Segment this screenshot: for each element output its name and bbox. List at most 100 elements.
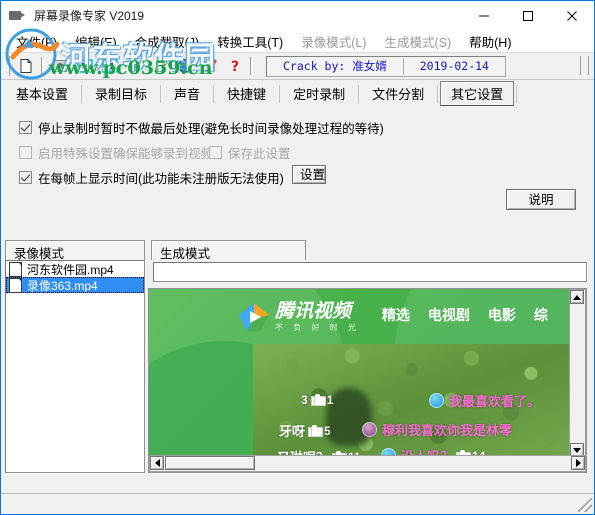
tab-hotkeys[interactable]: 快捷键 [216,81,277,106]
minimize-button[interactable] [462,1,506,30]
danmu-text: 穆利我喜欢你我是林零 [382,423,513,438]
tab-sound[interactable]: 声音 [163,81,211,106]
crack-info-box: Crack by: 准女婿 2019-02-14 [266,55,506,77]
tab-record-target[interactable]: 录制目标 [84,81,158,106]
checkbox-row-skip-postprocess[interactable]: 停止录制时暂时不做最后处理(避免长时间录像处理过程的等待) [19,118,384,137]
menu-item-generate-mode: 生成模式(S) [384,35,452,50]
danmu-like-count: 5 [324,423,331,438]
preview-horizontal-scrollbar[interactable] [149,455,586,472]
toolbar-separator-2 [250,57,253,75]
checkbox-row-save-settings: 保存此设置 [209,143,291,162]
checkbox-row-special-settings: 启用特殊设置确保能够录到视频 [19,143,213,162]
menu-item-record-mode: 录像模式(L) [301,35,367,50]
pause-icon[interactable] [73,55,96,77]
checkbox-save-settings [209,146,222,159]
nav-item-featured[interactable]: 精选 [382,305,410,325]
tab-separator [358,84,360,103]
checkbox-row-show-time-per-frame[interactable]: 在每帧上显示时间(此功能未注册版无法使用) [19,168,284,187]
danmu-comment: 穆利我喜欢你我是林零 [362,420,512,439]
nav-item-tv-series[interactable]: 电视剧 [428,305,470,325]
thumbs-up-icon [308,424,324,437]
danmu-comment: 我最喜欢看了。 [429,391,540,410]
danmu-prefix: 牙呀 [279,424,306,439]
stop-icon[interactable] [98,55,121,77]
checkbox-save-settings-label: 保存此设置 [228,147,291,161]
toolbar-grip[interactable] [4,56,10,76]
list-item[interactable]: 录像363.mp4 [6,277,144,293]
menu-bar: 文件(F) 编辑(E) 合成截取(J) 转换工具(T) 录像模式(L) 生成模式… [1,30,594,53]
scroll-up-button[interactable] [570,290,584,304]
tab-file-split[interactable]: 文件分割 [361,81,435,106]
crack-date-label: 2019-02-14 [419,59,489,73]
toolbar-right-grip[interactable] [580,56,589,75]
video-site-nav: 精选 电视剧 电影 综 [382,305,566,325]
checkbox-show-time-per-frame-label: 在每帧上显示时间(此功能未注册版无法使用) [38,172,284,186]
brand-slogan: 不 负 好 时 光 [275,322,360,332]
menu-item-convert-tools[interactable]: 转换工具(T) [208,30,292,53]
svg-text:?: ? [230,59,238,74]
danmu-comment: 牙呀 5 [279,421,331,440]
help-description-button[interactable]: 说明 [506,189,576,210]
checkbox-special-settings-label: 启用特殊设置确保能够录到视频 [38,147,214,161]
list-item-label: 河东软件园.mp4 [27,262,114,277]
tab-basic-settings[interactable]: 基本设置 [5,81,79,106]
crack-author-label: Crack by: 准女婿 [283,59,387,73]
nav-item-variety[interactable]: 综 [534,305,548,325]
export-icon[interactable] [198,55,221,77]
close-button[interactable] [550,1,594,30]
checkbox-skip-postprocess[interactable] [19,121,32,134]
danmu-text: 我最喜欢看了。 [449,394,541,409]
file-icon [9,277,22,293]
menu-item-help[interactable]: 帮助(H) [460,30,520,53]
pencil-icon[interactable] [148,55,171,77]
scroll-left-button[interactable] [150,456,164,470]
panel-tab-record-mode[interactable]: 录像模式 [5,240,145,261]
output-path-field[interactable] [154,263,586,281]
tab-separator [213,84,215,103]
tab-scheduled-record[interactable]: 定时录制 [282,81,356,106]
globe-icon[interactable] [173,55,196,77]
danmu-like-count: 1 [326,393,334,407]
menu-item-file[interactable]: 文件(F) [7,30,66,53]
tab-separator [279,84,281,103]
tab-other-settings[interactable]: 其它设置 [440,81,515,106]
application-window: 屏幕录像专家 V2019 文件(F) 编辑(E) 合成截取(J) 转换工具(T)… [0,0,595,515]
new-file-icon[interactable] [14,55,37,77]
checkbox-show-time-per-frame[interactable] [19,171,32,184]
toolbar: ? Crack by: 准女婿 2019-02-14 [1,53,594,80]
nav-item-movies[interactable]: 电影 [488,305,516,325]
video-site-header: 腾讯视频 不 负 好 时 光 精选 电视剧 电影 综 [149,289,584,344]
list-item[interactable]: 河东软件园.mp4 [6,261,144,277]
menu-item-edit[interactable]: 编辑(E) [66,30,126,53]
tencent-video-logo: 腾讯视频 不 负 好 时 光 [237,301,360,333]
tencent-video-wordmark: 腾讯视频 不 负 好 时 光 [275,299,360,332]
danmu-prefix: 3 [301,393,308,407]
danmu-avatar [362,422,377,437]
brand-name: 腾讯视频 [275,299,352,322]
lower-panels: 录像模式 河东软件园.mp4 录像363.mp4 生成模式 腾讯视频 不 负 好… [1,222,594,493]
file-icon [9,261,22,277]
file-listbox[interactable]: 河东软件园.mp4 录像363.mp4 [5,260,145,473]
danmu-avatar [429,393,444,408]
maximize-button[interactable] [506,1,550,30]
title-bar: 屏幕录像专家 V2019 [1,1,594,30]
help-icon[interactable]: ? [223,55,246,77]
tab-separator [81,84,83,103]
camera-icon[interactable] [123,55,146,77]
thumbs-up-icon [310,394,326,406]
checkbox-skip-postprocess-label: 停止录制时暂时不做最后处理(避免长时间录像处理过程的等待) [38,122,384,136]
toolbar-separator [41,57,44,75]
scroll-right-button[interactable] [571,456,585,470]
output-path-input[interactable] [153,262,587,282]
settings-button[interactable]: 设置 [292,165,326,184]
preview-vertical-scrollbar[interactable] [569,289,586,458]
resize-grip[interactable] [578,498,592,512]
screen-recorder-icon [8,7,26,25]
video-frame: 腾讯视频 不 负 好 时 光 精选 电视剧 电影 综 3 1 我最喜欢看了。 牙… [149,289,584,461]
video-preview-area: 腾讯视频 不 负 好 时 光 精选 电视剧 电影 综 3 1 我最喜欢看了。 牙… [148,288,587,473]
record-icon[interactable] [48,55,71,77]
horizontal-scroll-thumb[interactable] [165,456,255,470]
menu-item-compose-capture[interactable]: 合成截取(J) [126,30,209,53]
checkbox-special-settings [19,146,32,159]
panel-tab-generate-mode[interactable]: 生成模式 [151,240,306,261]
